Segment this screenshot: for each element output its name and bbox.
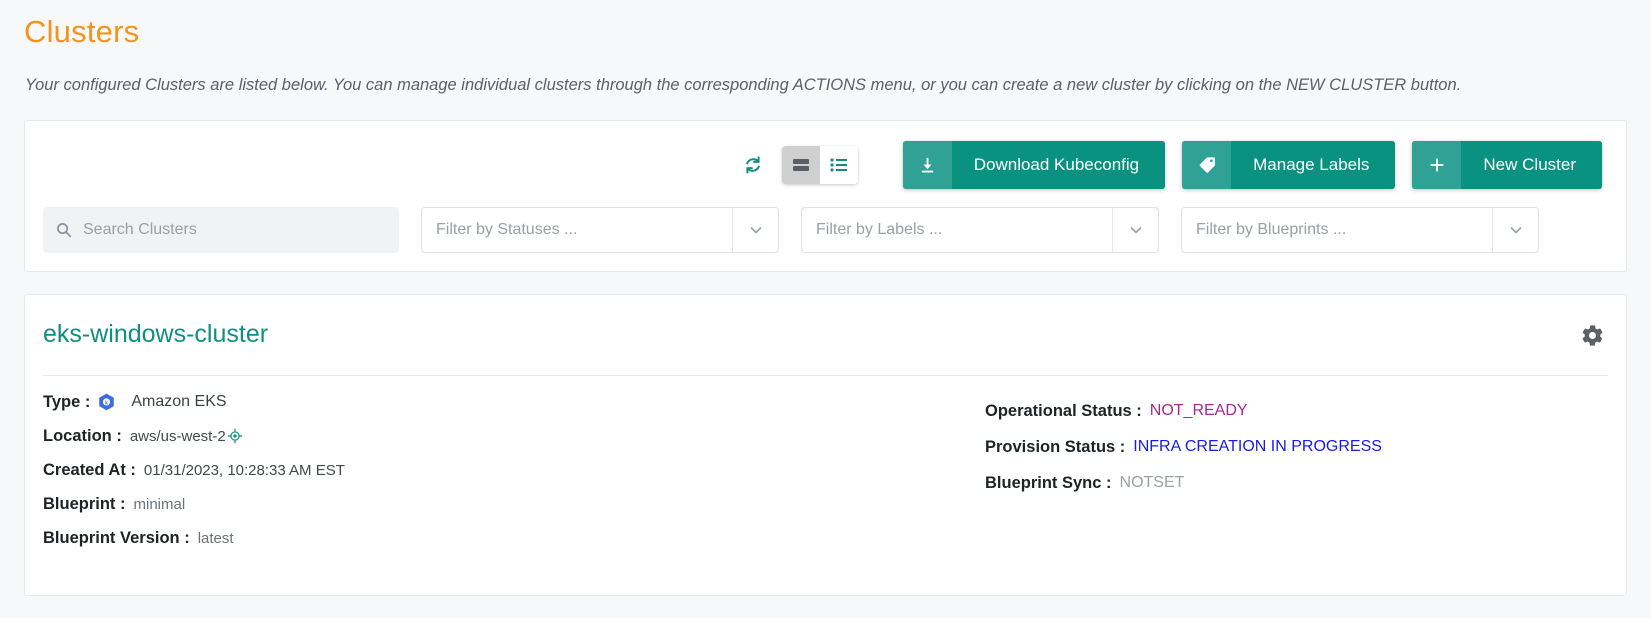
detail-label-provision-status: Provision Status : [985, 437, 1126, 456]
chevron-down-icon [1112, 208, 1158, 252]
card-divider [43, 375, 1608, 376]
gear-icon [1580, 323, 1605, 348]
filter-statuses-value: Filter by Statuses ... [436, 221, 578, 238]
detail-row-operational-status: Operational Status : NOT_READY [985, 400, 1382, 422]
filter-labels-select[interactable]: Filter by Labels ... [801, 207, 1159, 253]
detail-value-created-at: 01/31/2023, 10:28:33 AM EST [143, 461, 345, 479]
detail-value-location: aws/us-west-2 [129, 427, 226, 445]
detail-label-blueprint-version: Blueprint Version : [43, 528, 190, 547]
detail-row-blueprint-version: Blueprint Version : latest [43, 527, 345, 549]
download-kubeconfig-label: Download Kubeconfig [951, 141, 1166, 189]
list-view-toggle[interactable] [819, 146, 858, 184]
cluster-details-left: Type : k Amazon EKS Location : aws/us-we… [43, 391, 345, 561]
detail-value-blueprint: minimal [133, 495, 186, 513]
page-description: Your configured Clusters are listed belo… [25, 76, 1462, 94]
page-title: Clusters [24, 14, 140, 49]
detail-value-type: Amazon EKS [131, 393, 227, 410]
detail-label-operational-status: Operational Status : [985, 401, 1142, 420]
detail-row-blueprint: Blueprint : minimal [43, 493, 345, 515]
detail-label-blueprint: Blueprint : [43, 494, 126, 513]
search-icon [55, 221, 73, 239]
chevron-down-icon [1492, 208, 1538, 252]
toolbar-panel: Download Kubeconfig Manage Labels New Cl… [24, 120, 1627, 272]
detail-value-blueprint-version: latest [197, 529, 234, 547]
new-cluster-label: New Cluster [1461, 141, 1602, 189]
search-clusters-input[interactable]: Search Clusters [43, 207, 399, 253]
detail-label-created-at: Created At : [43, 460, 136, 479]
kubernetes-icon: k [96, 392, 117, 413]
filter-row: Search Clusters Filter by Statuses ... F… [43, 207, 1608, 253]
new-cluster-button[interactable]: New Cluster [1412, 141, 1602, 189]
toolbar-actions: Download Kubeconfig Manage Labels New Cl… [736, 141, 1602, 189]
detail-row-location: Location : aws/us-west-2 [43, 425, 345, 447]
detail-row-blueprint-sync: Blueprint Sync : NOTSET [985, 472, 1382, 494]
tag-icon [1182, 141, 1232, 189]
manage-labels-button[interactable]: Manage Labels [1182, 141, 1396, 189]
blueprint-sync-badge: NOTSET [1119, 474, 1185, 491]
cluster-settings-button[interactable] [1578, 321, 1606, 349]
view-toggle-group[interactable] [781, 146, 858, 184]
detail-row-provision-status: Provision Status : INFRA CREATION IN PRO… [985, 436, 1382, 458]
detail-row-created-at: Created At : 01/31/2023, 10:28:33 AM EST [43, 459, 345, 481]
filter-statuses-select[interactable]: Filter by Statuses ... [421, 207, 779, 253]
detail-label-location: Location : [43, 426, 122, 445]
detail-label-blueprint-sync: Blueprint Sync : [985, 473, 1112, 492]
clusters-page: Clusters Your configured Clusters are li… [0, 0, 1651, 618]
svg-text:k: k [105, 400, 108, 406]
filter-labels-value: Filter by Labels ... [816, 221, 943, 238]
cluster-name-link[interactable]: eks-windows-cluster [43, 320, 268, 349]
detail-row-type: Type : k Amazon EKS [43, 391, 345, 413]
plus-icon [1412, 141, 1462, 189]
list-view-icon [829, 155, 849, 175]
download-kubeconfig-button[interactable]: Download Kubeconfig [902, 141, 1166, 189]
search-clusters-placeholder: Search Clusters [83, 221, 197, 238]
manage-labels-label: Manage Labels [1231, 141, 1396, 189]
download-icon [902, 141, 952, 189]
location-target-icon [227, 428, 243, 444]
refresh-icon [741, 153, 765, 177]
operational-status-badge: NOT_READY [1149, 402, 1248, 419]
cluster-details-right: Operational Status : NOT_READY Provision… [985, 400, 1382, 506]
provision-status-badge: INFRA CREATION IN PROGRESS [1133, 438, 1382, 455]
filter-blueprints-value: Filter by Blueprints ... [1196, 221, 1347, 238]
filter-blueprints-select[interactable]: Filter by Blueprints ... [1181, 207, 1539, 253]
chevron-down-icon [732, 208, 778, 252]
card-view-toggle[interactable] [781, 146, 820, 184]
cluster-card: eks-windows-cluster Type : k Amazon EKS … [24, 294, 1627, 596]
refresh-button[interactable] [736, 148, 770, 182]
detail-label-type: Type : [43, 392, 91, 411]
card-view-icon [791, 155, 811, 175]
